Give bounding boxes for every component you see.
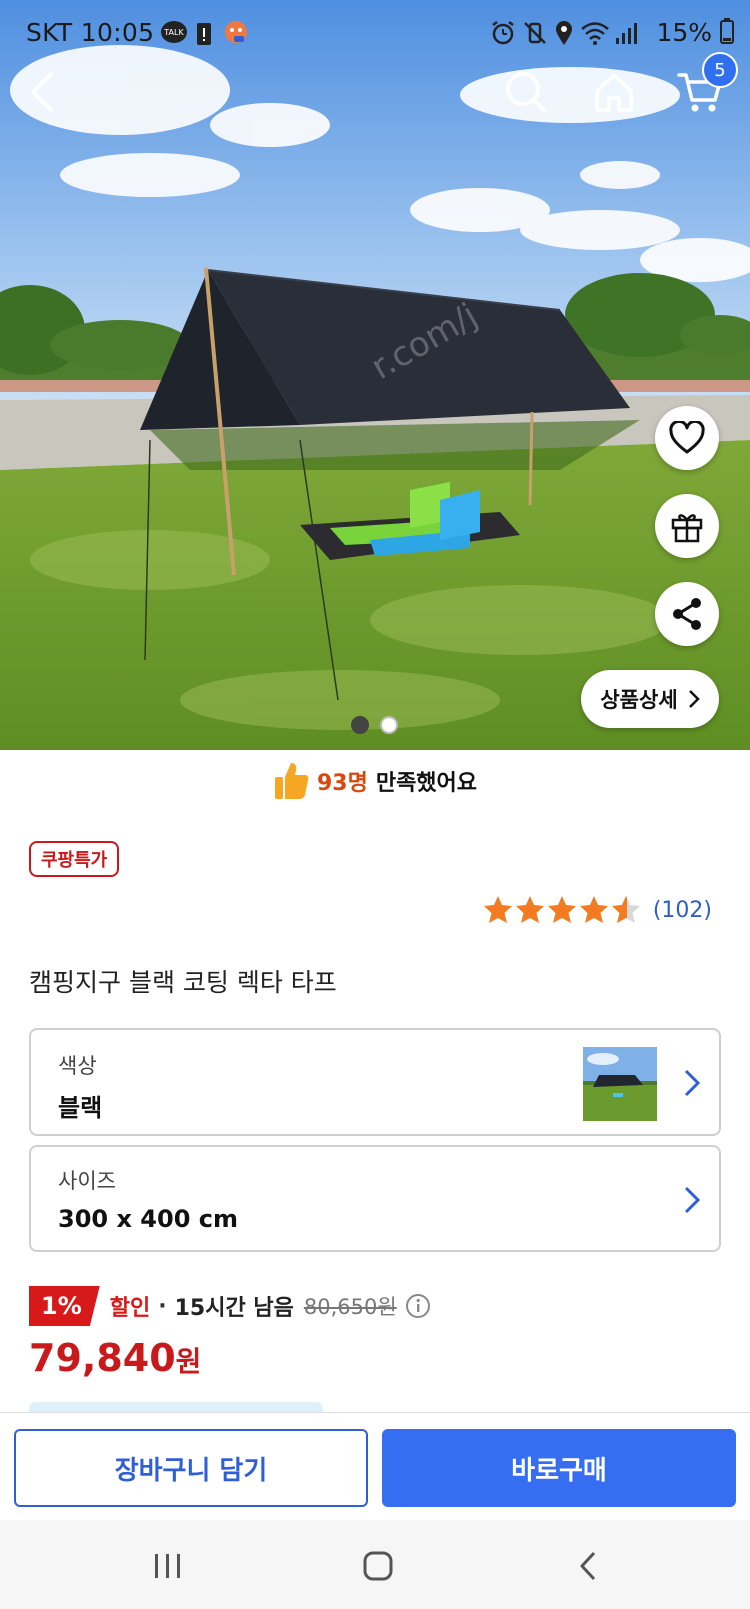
battery-percent: 15% — [656, 18, 713, 47]
size-option-label: 사이즈 — [58, 1169, 116, 1193]
heart-icon — [669, 421, 705, 454]
size-option-selector[interactable]: 사이즈 300 x 400 cm — [29, 1145, 721, 1252]
signal-icon — [614, 20, 638, 52]
sale-price: 79,840원 — [29, 1336, 201, 1380]
satisfaction-text: 만족했어요 — [375, 771, 478, 796]
cart-count-badge: 5 — [702, 52, 738, 88]
color-option-label: 색상 — [58, 1054, 97, 1078]
star-rating-icon — [483, 896, 640, 923]
chevron-right-icon — [684, 1186, 701, 1214]
home-system-button[interactable] — [348, 1544, 408, 1588]
battery-alert-icon — [196, 20, 212, 52]
status-bar: SKT 10:05 TALK 15% — [0, 0, 750, 66]
product-detail-button[interactable]: 상품상세 — [581, 670, 719, 728]
home-icon — [595, 73, 633, 112]
chevron-right-icon — [688, 690, 700, 708]
share-icon — [673, 598, 701, 630]
product-detail-label: 상품상세 — [600, 688, 678, 712]
vibrate-mute-icon — [522, 20, 548, 52]
battery-level: 15% — [656, 18, 734, 47]
home-button[interactable] — [586, 64, 642, 120]
info-icon[interactable] — [405, 1293, 431, 1319]
add-to-cart-button[interactable]: 장바구니 담기 — [14, 1429, 368, 1507]
recent-apps-icon — [155, 1554, 180, 1578]
battery-icon — [720, 18, 734, 44]
product-title: 캠핑지구 블랙 코팅 렉타 타프 — [29, 968, 337, 997]
discount-row: 1% 할인 · 15시간 남음 80,650원 — [29, 1286, 431, 1326]
rating-count: (102) — [652, 897, 712, 923]
android-navigation-bar — [0, 1520, 750, 1609]
original-price: 80,650원 — [303, 1295, 397, 1319]
sale-price-unit: 원 — [175, 1345, 202, 1378]
coupang-special-badge: 쿠팡특가 — [29, 841, 120, 877]
carousel-dot-1[interactable] — [351, 716, 369, 734]
size-option-value: 300 x 400 cm — [58, 1205, 238, 1233]
back-system-button[interactable] — [558, 1544, 618, 1588]
wishlist-button[interactable] — [655, 406, 719, 470]
search-icon — [506, 72, 547, 113]
share-button[interactable] — [655, 582, 719, 646]
gift-icon — [671, 514, 703, 543]
buy-now-button[interactable]: 바로구매 — [382, 1429, 736, 1507]
discount-label: 할인 — [109, 1296, 151, 1321]
satisfaction-banner: 93명 만족했어요 — [0, 758, 750, 804]
color-option-selector[interactable]: 색상 블랙 — [29, 1028, 721, 1136]
app-notification-icon — [224, 20, 248, 50]
location-icon — [554, 20, 574, 52]
home-square-icon — [363, 1551, 393, 1581]
color-option-value: 블랙 — [58, 1094, 103, 1122]
status-time: SKT 10:05 — [26, 18, 155, 47]
recent-apps-button[interactable] — [138, 1544, 198, 1588]
back-button[interactable] — [14, 64, 70, 120]
back-arrow-icon — [31, 72, 53, 112]
color-option-thumbnail — [583, 1047, 657, 1121]
product-rating[interactable]: (102) — [483, 895, 712, 925]
wifi-icon — [580, 20, 610, 52]
talk-notification-icon: TALK — [160, 20, 188, 52]
back-chevron-icon — [580, 1551, 596, 1581]
alarm-icon — [490, 20, 516, 52]
separator: · — [158, 1293, 167, 1319]
gift-button[interactable] — [655, 494, 719, 558]
satisfaction-count: 93명 — [316, 771, 368, 796]
chevron-right-icon — [684, 1069, 701, 1097]
discount-rate-badge: 1% — [29, 1286, 100, 1326]
svg-text:TALK: TALK — [163, 28, 184, 37]
sale-price-amount: 79,840 — [29, 1336, 176, 1380]
search-button[interactable] — [498, 64, 554, 120]
carousel-dot-2[interactable] — [380, 716, 398, 734]
product-detail-page: r.com/j SKT 10:05 TALK 15% 5 상품상세 93명 만족… — [0, 0, 750, 1609]
purchase-action-bar: 장바구니 담기 바로구매 — [0, 1412, 750, 1520]
thumbs-up-icon — [274, 763, 309, 799]
time-remaining: 15시간 남음 — [174, 1296, 294, 1321]
